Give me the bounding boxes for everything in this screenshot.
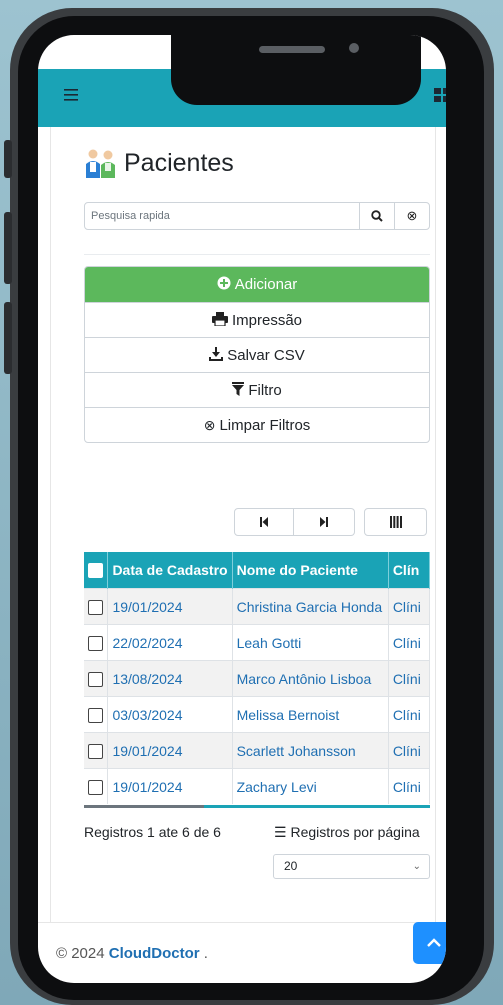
first-page-icon — [260, 517, 268, 527]
row-checkbox[interactable] — [84, 624, 109, 661]
footer: © 2024 CloudDoctor . — [56, 945, 208, 962]
row-checkbox[interactable] — [84, 696, 109, 733]
print-icon — [211, 311, 228, 329]
row-checkbox[interactable] — [84, 660, 109, 697]
col-header-date[interactable]: Data de Cadastro — [107, 552, 233, 589]
phone-screen: Pacientes ⊗ Adicionar Impressão — [38, 35, 446, 983]
add-button[interactable]: Adicionar — [85, 267, 429, 302]
search-input[interactable] — [85, 203, 359, 229]
last-page-button[interactable] — [294, 508, 355, 536]
footer-divider — [38, 922, 446, 923]
clear-filters-label: Limpar Filtros — [219, 416, 311, 434]
doctor-patient-icon — [84, 148, 118, 178]
cell-date[interactable]: 22/02/2024 — [107, 624, 233, 661]
patients-table: Data de Cadastro Nome do Paciente Clín 1… — [84, 552, 430, 807]
cell-clinic[interactable]: Clíni — [388, 696, 430, 733]
phone-side-button — [4, 302, 12, 374]
last-page-icon — [320, 517, 328, 527]
clear-icon: ⊗ — [406, 208, 418, 223]
table-row[interactable]: 19/01/2024 Scarlett Johansson Clíni — [84, 732, 430, 769]
cell-date[interactable]: 19/01/2024 — [107, 768, 233, 804]
table-row[interactable]: 22/02/2024 Leah Gotti Clíni — [84, 624, 430, 661]
quick-search: ⊗ — [84, 202, 430, 230]
cell-clinic[interactable]: Clíni — [388, 588, 430, 625]
page-title: Pacientes — [124, 148, 234, 177]
filter-icon — [232, 381, 245, 399]
pager-controls — [234, 508, 427, 536]
print-button-label: Impressão — [231, 311, 303, 329]
chevron-up-icon — [427, 938, 441, 947]
cell-clinic[interactable]: Clíni — [388, 624, 430, 661]
table-header-row: Data de Cadastro Nome do Paciente Clín — [84, 552, 430, 589]
clear-circle-icon: ⊗ — [203, 416, 216, 433]
add-button-label: Adicionar — [234, 276, 298, 293]
per-page-value: 20 — [284, 859, 298, 873]
row-checkbox[interactable] — [84, 732, 109, 769]
select-all-checkbox[interactable] — [84, 552, 109, 589]
download-icon — [209, 346, 224, 364]
table-row[interactable]: 03/03/2024 Melissa Bernoist Clíni — [84, 696, 430, 733]
scroll-to-top-button[interactable] — [413, 922, 446, 964]
search-button[interactable] — [359, 203, 394, 229]
clear-search-button[interactable]: ⊗ — [394, 203, 429, 229]
phone-notch — [171, 35, 421, 105]
cell-name[interactable]: Marco Antônio Lisboa — [232, 660, 389, 697]
plus-circle-icon — [217, 276, 231, 293]
per-page-label: ☰ Registros por página — [274, 824, 420, 841]
divider — [84, 254, 430, 255]
records-count: Registros 1 ate 6 de 6 — [84, 824, 221, 840]
hamburger-icon[interactable] — [64, 88, 80, 108]
cell-date[interactable]: 19/01/2024 — [107, 732, 233, 769]
cell-name[interactable]: Christina Garcia Honda — [232, 588, 389, 625]
chevron-down-icon: ⌄ — [412, 861, 421, 872]
first-page-button[interactable] — [234, 508, 294, 536]
clear-filters-button[interactable]: ⊗ Limpar Filtros — [85, 407, 429, 442]
per-page-select[interactable]: 20 ⌄ — [273, 854, 430, 879]
table-row[interactable]: 13/08/2024 Marco Antônio Lisboa Clíni — [84, 660, 430, 697]
phone-camera — [349, 43, 359, 53]
cell-clinic[interactable]: Clíni — [388, 660, 430, 697]
list-icon: ☰ — [274, 824, 287, 840]
cell-name[interactable]: Scarlett Johansson — [232, 732, 389, 769]
columns-icon — [389, 516, 402, 528]
action-button-group: Adicionar Impressão Salvar CSV Filtro ⊗ … — [84, 266, 430, 443]
cell-date[interactable]: 13/08/2024 — [107, 660, 233, 697]
columns-button[interactable] — [364, 508, 427, 536]
search-icon — [371, 210, 383, 222]
filter-button[interactable]: Filtro — [85, 372, 429, 407]
cell-name[interactable]: Leah Gotti — [232, 624, 389, 661]
col-header-clinic[interactable]: Clín — [388, 552, 430, 589]
save-csv-label: Salvar CSV — [227, 346, 305, 364]
table-row[interactable]: 19/01/2024 Christina Garcia Honda Clíni — [84, 588, 430, 625]
per-page-text: Registros por página — [290, 824, 420, 840]
copyright-text: © 2024 — [56, 945, 105, 962]
cell-name[interactable]: Zachary Levi — [232, 768, 389, 804]
table-row[interactable]: 19/01/2024 Zachary Levi Clíni — [84, 768, 430, 804]
cell-date[interactable]: 03/03/2024 — [107, 696, 233, 733]
row-checkbox[interactable] — [84, 768, 109, 804]
col-header-name[interactable]: Nome do Paciente — [232, 552, 389, 589]
cell-clinic[interactable]: Clíni — [388, 732, 430, 769]
phone-side-button — [4, 212, 12, 284]
cell-date[interactable]: 19/01/2024 — [107, 588, 233, 625]
table-horizontal-scrollbar[interactable] — [84, 805, 430, 808]
phone-speaker — [259, 46, 325, 53]
footer-suffix: . — [199, 945, 208, 962]
page-header: Pacientes — [84, 145, 234, 181]
brand-link[interactable]: CloudDoctor — [109, 945, 200, 962]
phone-side-button — [4, 140, 12, 178]
grid-icon[interactable] — [434, 88, 446, 108]
print-button[interactable]: Impressão — [85, 302, 429, 337]
filter-label: Filtro — [248, 381, 282, 399]
row-checkbox[interactable] — [84, 588, 109, 625]
cell-name[interactable]: Melissa Bernoist — [232, 696, 389, 733]
save-csv-button[interactable]: Salvar CSV — [85, 337, 429, 372]
cell-clinic[interactable]: Clíni — [388, 768, 430, 804]
